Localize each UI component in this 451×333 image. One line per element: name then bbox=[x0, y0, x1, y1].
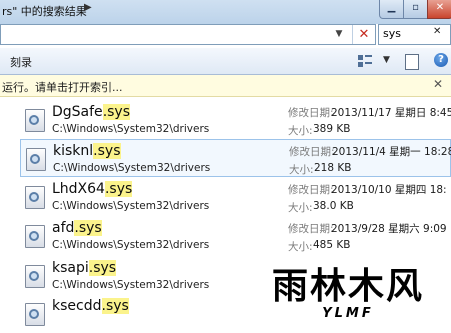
modified-value: 2013/9/28 星期六 9:09 bbox=[331, 223, 447, 235]
size-label: 大小: bbox=[289, 164, 314, 176]
address-path[interactable]: rs" 中的搜索结果 bbox=[2, 3, 87, 19]
ylmf-watermark-logo: 雨林木风 YLMF bbox=[248, 262, 448, 320]
size-value: 485 KB bbox=[313, 239, 351, 251]
modified-value: 2013/10/10 星期四 18: bbox=[331, 184, 447, 196]
burn-button[interactable]: 刻录 bbox=[10, 54, 32, 70]
modified-label: 修改日期: bbox=[288, 107, 334, 119]
file-name: DgSafe.sys bbox=[52, 104, 131, 120]
size-label: 大小: bbox=[288, 125, 313, 137]
file-path: C:\Windows\System32\drivers bbox=[53, 162, 211, 174]
result-item[interactable]: kisknl.sys C:\Windows\System32\drivers 修… bbox=[20, 139, 451, 177]
stop-search-button[interactable]: ✕ bbox=[352, 25, 375, 44]
file-path: C:\Windows\System32\drivers bbox=[52, 239, 210, 251]
close-button[interactable]: ✕ bbox=[427, 0, 451, 19]
modified-label: 修改日期: bbox=[289, 146, 335, 158]
modified-value: 2013/11/4 星期一 18:28 bbox=[332, 146, 451, 158]
close-icon: ✕ bbox=[435, 2, 445, 13]
address-bar[interactable] bbox=[0, 24, 376, 45]
info-bar-close-icon[interactable]: ✕ bbox=[433, 77, 443, 91]
system-file-icon bbox=[26, 148, 46, 171]
modified-label: 修改日期: bbox=[288, 223, 334, 235]
preview-pane-icon[interactable] bbox=[405, 54, 419, 70]
system-file-icon bbox=[25, 265, 45, 288]
views-dropdown-icon[interactable]: ▼ bbox=[383, 55, 390, 65]
minimize-button[interactable]: ▁ bbox=[379, 0, 404, 19]
size-label: 大小: bbox=[288, 241, 313, 253]
file-name: ksecdd.sys bbox=[52, 298, 129, 314]
watermark-main-text: 雨林木风 bbox=[272, 266, 424, 307]
result-item[interactable]: afd.sys C:\Windows\System32\drivers 修改日期… bbox=[20, 217, 451, 255]
modified-label: 修改日期: bbox=[288, 184, 334, 196]
file-name: kisknl.sys bbox=[53, 143, 121, 159]
search-input-value[interactable]: sys bbox=[383, 27, 401, 40]
help-icon[interactable]: ? bbox=[434, 53, 448, 67]
file-path: C:\Windows\System32\drivers bbox=[52, 279, 210, 291]
system-file-icon bbox=[25, 109, 45, 132]
file-path: C:\Windows\System32\drivers bbox=[52, 200, 210, 212]
file-name: LhdX64.sys bbox=[52, 181, 133, 197]
clear-search-icon[interactable]: ✕ bbox=[433, 26, 441, 37]
system-file-icon bbox=[25, 303, 45, 326]
file-path: C:\Windows\System32\drivers bbox=[52, 123, 210, 135]
maximize-icon: ▫ bbox=[412, 2, 419, 13]
index-info-message[interactable]: 运行。请单击打开索引... bbox=[2, 79, 123, 95]
size-value: 38.0 KB bbox=[313, 200, 354, 212]
watermark-sub-text: YLMF bbox=[322, 306, 374, 320]
result-item[interactable]: LhdX64.sys C:\Windows\System32\drivers 修… bbox=[20, 178, 451, 216]
size-value: 389 KB bbox=[313, 123, 351, 135]
views-icon[interactable] bbox=[358, 55, 372, 67]
minimize-icon: ▁ bbox=[387, 2, 396, 13]
breadcrumb-chevron-icon[interactable]: ▶ bbox=[84, 2, 92, 13]
file-name: afd.sys bbox=[52, 220, 102, 236]
address-history-dropdown-icon[interactable]: ▼ bbox=[332, 26, 346, 43]
result-item[interactable]: DgSafe.sys C:\Windows\System32\drivers 修… bbox=[20, 101, 451, 139]
file-name: ksapi.sys bbox=[52, 260, 117, 276]
size-value: 218 KB bbox=[314, 162, 352, 174]
modified-value: 2013/11/17 星期日 8:45 bbox=[331, 107, 451, 119]
size-label: 大小: bbox=[288, 202, 313, 214]
system-file-icon bbox=[25, 225, 45, 248]
maximize-button[interactable]: ▫ bbox=[403, 0, 428, 19]
system-file-icon bbox=[25, 186, 45, 209]
